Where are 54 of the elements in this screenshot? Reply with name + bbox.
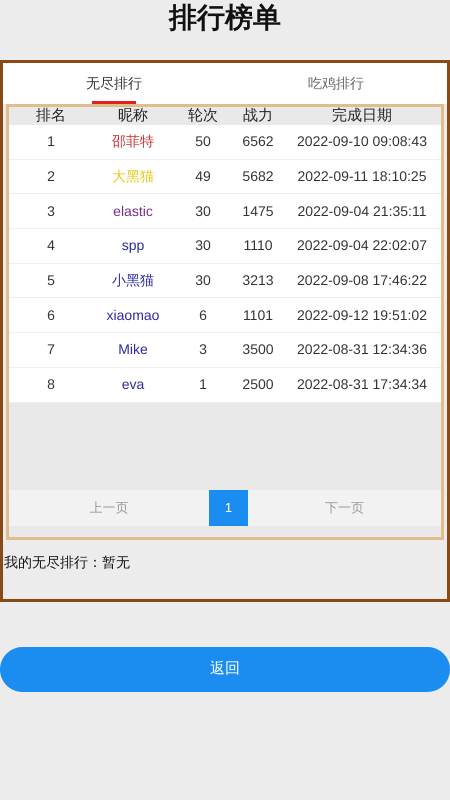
table-cell-text: 30 [194,236,212,256]
my-rank-text: 我的无尽排行：暂无 [4,553,131,572]
table-cell-text: 2500 [241,375,275,394]
nickname: 邵菲特 [111,132,155,152]
table-cell-text: 6562 [241,132,275,152]
tab[interactable]: 吃鸡排行 [225,63,447,104]
table-cell-text: 2022-08-31 17:34:34 [296,375,428,394]
nickname: xiaomao [106,306,160,325]
table-cell-text: 2 [46,167,56,186]
table-cell-text: 2022-09-04 21:35:11 [296,202,428,221]
table-cell-text: 2022-09-10 09:08:43 [296,132,428,152]
table-cell-text: 30 [194,202,212,221]
column-header: 完成日期 [331,106,393,126]
table-cell-text: 4 [46,236,56,256]
table-cell-text: 6 [46,306,56,325]
table-cell-text: 2022-08-31 12:34:36 [296,340,428,360]
column-header: 昵称 [117,106,149,126]
table-cell-text: 3 [46,202,56,221]
table-cell-text: 1 [46,132,56,152]
column-header: 轮次 [187,106,219,126]
page-title: 排行榜单 [169,1,281,35]
table-cell-text: 3213 [241,271,275,290]
nickname: spp [120,236,146,256]
tab-indicator [92,101,136,104]
column-header: 排名 [35,106,67,126]
table-cell-text: 1 [198,375,208,394]
column-header: 战力 [242,106,274,126]
table-cell-text: 6 [198,306,208,325]
table-cell-text: 5682 [241,167,275,186]
table-cell-text: 8 [46,375,56,394]
table-cell-text: 49 [194,167,212,186]
table-cell-text: 30 [194,271,212,290]
table-cell-text: 1101 [242,306,274,325]
nickname: eva [120,375,146,394]
table-cell-text: 1475 [241,202,275,221]
table-cell-text: 5 [46,271,56,290]
table-cell-text: 50 [194,132,212,152]
page-button[interactable]: 1 [209,490,248,526]
table-cell-text: 2022-09-08 17:46:22 [296,271,428,290]
table-cell-text: 2022-09-12 19:51:02 [296,306,428,325]
table-cell-text: 3 [198,340,208,360]
table-cell-text: 3500 [241,340,275,360]
next-page-button[interactable]: 下一页 [248,490,441,526]
table-cell-text: 2022-09-11 18:10:25 [296,167,428,186]
table-cell-text: 1110 [242,236,274,256]
nickname: Mike [117,340,149,360]
previous-page-button[interactable]: 上一页 [9,490,209,526]
back-button[interactable]: 返回 [0,647,450,692]
table-cell-text: 2022-09-04 22:02:07 [296,236,428,256]
nickname: 大黑猫 [111,167,155,186]
tab[interactable]: 无尽排行 [3,63,225,104]
table-cell-text: 7 [46,340,56,360]
nickname: elastic [112,202,154,221]
nickname: 小黑猫 [111,271,155,290]
